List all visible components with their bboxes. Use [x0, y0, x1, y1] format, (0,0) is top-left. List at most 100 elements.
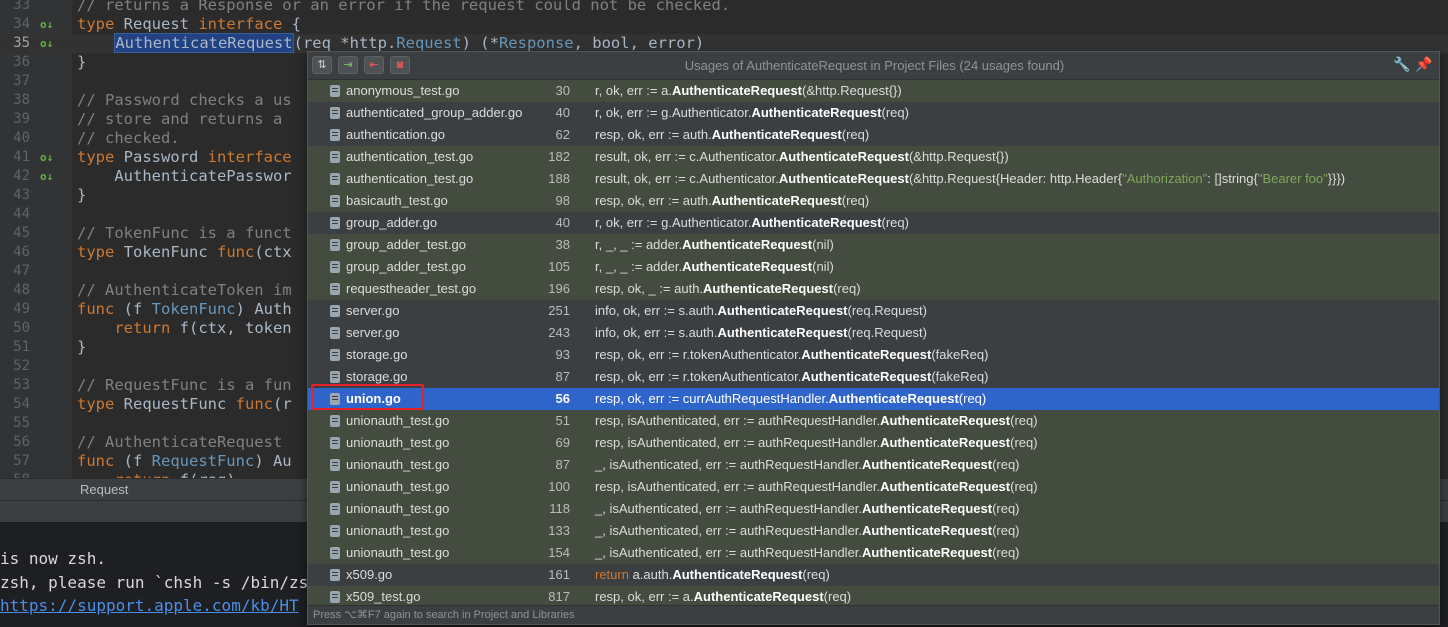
code-text: func (f TokenFunc) Auth	[77, 300, 292, 319]
usage-code: info, ok, err := s.auth.AuthenticateRequ…	[595, 322, 927, 344]
usage-code: _, isAuthenticated, err := authRequestHa…	[595, 498, 1020, 520]
usage-match: AuthenticateRequest	[711, 193, 842, 208]
usage-code: resp, isAuthenticated, err := authReques…	[595, 476, 1038, 498]
usage-line-number: 56	[555, 391, 570, 406]
usage-row[interactable]: authentication.go 62 resp, ok, err := auth…	[308, 124, 1439, 146]
line-number[interactable]: 41	[8, 148, 30, 167]
filter-icon[interactable]: ◙	[390, 56, 410, 74]
line-number[interactable]: 43	[8, 186, 30, 205]
usage-row[interactable]: unionauth_test.go 69 resp, isAuthenticated…	[308, 432, 1439, 454]
line-number[interactable]: 57	[8, 452, 30, 471]
goto-next-icon[interactable]: ⇥	[338, 56, 358, 74]
usage-row[interactable]: x509.go 161 return a.auth.AuthenticateRequ…	[308, 564, 1439, 586]
usage-row[interactable]: unionauth_test.go 154 _, isAuthenticated, …	[308, 542, 1439, 564]
line-number[interactable]: 54	[8, 395, 30, 414]
usages-footer: Press ⌥⌘F7 again to search in Project an…	[308, 605, 1439, 624]
usage-line-number: 188	[548, 171, 570, 186]
usage-row[interactable]: unionauth_test.go 100 resp, isAuthenticate…	[308, 476, 1439, 498]
usage-row[interactable]: group_adder.go 40 r, ok, err := g.Authenti…	[308, 212, 1439, 234]
line-number[interactable]: 33	[8, 0, 30, 15]
usage-row[interactable]: server.go 243 info, ok, err := s.auth.Auth…	[308, 322, 1439, 344]
usages-popup[interactable]: Usages of AuthenticateRequest in Project…	[307, 51, 1440, 625]
usage-row[interactable]: unionauth_test.go 51 resp, isAuthenticated…	[308, 410, 1439, 432]
line-number[interactable]: 49	[8, 300, 30, 319]
code-token: type	[77, 148, 115, 166]
usage-row[interactable]: requestheader_test.go 196 resp, ok, _ := a…	[308, 278, 1439, 300]
usage-match: AuthenticateRequest	[671, 83, 802, 98]
line-number[interactable]: 46	[8, 243, 30, 262]
code-token: f(ctx, token	[170, 319, 292, 337]
usage-code-token: (fakeReq)	[931, 369, 989, 384]
usage-code-token: info, ok, err := s.auth.	[595, 303, 718, 318]
line-number[interactable]: 42	[8, 167, 30, 186]
usage-row[interactable]: unionauth_test.go 118 _, isAuthenticated, …	[308, 498, 1439, 520]
code-text: type Request interface {	[77, 15, 301, 34]
line-number[interactable]: 48	[8, 281, 30, 300]
line-number[interactable]: 53	[8, 376, 30, 395]
usage-row[interactable]: authentication_test.go 182 result, ok, err…	[308, 146, 1439, 168]
line-number[interactable]: 45	[8, 224, 30, 243]
usage-row[interactable]: group_adder_test.go 38 r, _, _ := adder.Au…	[308, 234, 1439, 256]
usage-row[interactable]: unionauth_test.go 133 _, isAuthenticated, …	[308, 520, 1439, 542]
code-line[interactable]: 33 // returns a Response or an error if t…	[0, 0, 1448, 15]
merge-icon[interactable]: ⇅	[312, 56, 332, 74]
go-file-icon	[330, 481, 340, 493]
line-number[interactable]: 40	[8, 129, 30, 148]
usage-line-number: 30	[555, 83, 570, 98]
usage-code-token: resp, ok, err := currAuthRequestHandler.	[595, 391, 829, 406]
pin-icon[interactable]: 📌	[1415, 56, 1432, 73]
usage-row[interactable]: server.go 251 info, ok, err := s.auth.Auth…	[308, 300, 1439, 322]
code-token: interface	[207, 148, 292, 166]
usage-code-token: resp, ok, err := r.tokenAuthenticator.	[595, 347, 802, 362]
usage-row[interactable]: anonymous_test.go 30 r, ok, err := a.Authe…	[308, 80, 1439, 102]
usage-code-token: info, ok, err := s.auth.	[595, 325, 718, 340]
line-number[interactable]: 37	[8, 72, 30, 91]
usage-row[interactable]: storage.go 93 resp, ok, err := r.tokenAuth…	[308, 344, 1439, 366]
line-number[interactable]: 50	[8, 319, 30, 338]
usage-row-selected[interactable]: union.go 56 resp, ok, err := currAuthReque…	[308, 388, 1439, 410]
usage-row[interactable]: storage.go 87 resp, ok, err := r.tokenAuth…	[308, 366, 1439, 388]
usage-file-name: unionauth_test.go	[346, 435, 450, 450]
line-number[interactable]: 35	[8, 34, 30, 53]
go-file-icon	[330, 569, 340, 581]
usage-code-token: resp, ok, _ := auth.	[595, 281, 704, 296]
implemented-gutter-icon[interactable]: o↓	[40, 167, 53, 186]
line-number[interactable]: 36	[8, 53, 30, 72]
line-number[interactable]: 39	[8, 110, 30, 129]
line-number[interactable]: 55	[8, 414, 30, 433]
go-file-icon	[330, 459, 340, 471]
implemented-gutter-icon[interactable]: o↓	[40, 148, 53, 167]
usage-line-number: 40	[555, 105, 570, 120]
usage-code: result, ok, err := c.Authenticator.Authe…	[595, 146, 1009, 168]
line-number[interactable]: 51	[8, 338, 30, 357]
usage-line-number: 251	[548, 303, 570, 318]
usage-row[interactable]: basicauth_test.go 98 resp, ok, err := auth…	[308, 190, 1439, 212]
usage-row[interactable]: authenticated_group_adder.go 40 r, ok, err…	[308, 102, 1439, 124]
implemented-gutter-icon[interactable]: o↓	[40, 15, 53, 34]
code-line[interactable]: 34 o↓ type Request interface {	[0, 15, 1448, 34]
settings-icon[interactable]: 🔧	[1393, 56, 1410, 73]
usage-line-number: 93	[555, 347, 570, 362]
go-file-icon	[330, 305, 340, 317]
line-number[interactable]: 38	[8, 91, 30, 110]
code-token: func	[216, 243, 255, 261]
usage-row[interactable]: unionauth_test.go 87 _, isAuthenticated, e…	[308, 454, 1439, 476]
line-number[interactable]: 47	[8, 262, 30, 281]
implemented-gutter-icon[interactable]: o↓	[40, 34, 53, 53]
line-number[interactable]: 34	[8, 15, 30, 34]
line-number[interactable]: 52	[8, 357, 30, 376]
usage-code-token: resp, isAuthenticated, err := authReques…	[595, 479, 881, 494]
go-file-icon	[330, 85, 340, 97]
terminal-link[interactable]: https://support.apple.com/kb/HT	[0, 595, 299, 617]
go-file-icon	[330, 173, 340, 185]
usage-row[interactable]: group_adder_test.go 105 r, _, _ := adder.A…	[308, 256, 1439, 278]
usage-file-name: group_adder.go	[346, 215, 438, 230]
usage-row[interactable]: authentication_test.go 188 result, ok, err…	[308, 168, 1439, 190]
line-number[interactable]: 56	[8, 433, 30, 452]
code-text: return f(ctx, token	[77, 319, 292, 338]
line-number[interactable]: 58	[8, 471, 30, 478]
line-number[interactable]: 44	[8, 205, 30, 224]
breadcrumb-item[interactable]: Request	[80, 479, 128, 501]
goto-prev-icon[interactable]: ⇤	[364, 56, 384, 74]
